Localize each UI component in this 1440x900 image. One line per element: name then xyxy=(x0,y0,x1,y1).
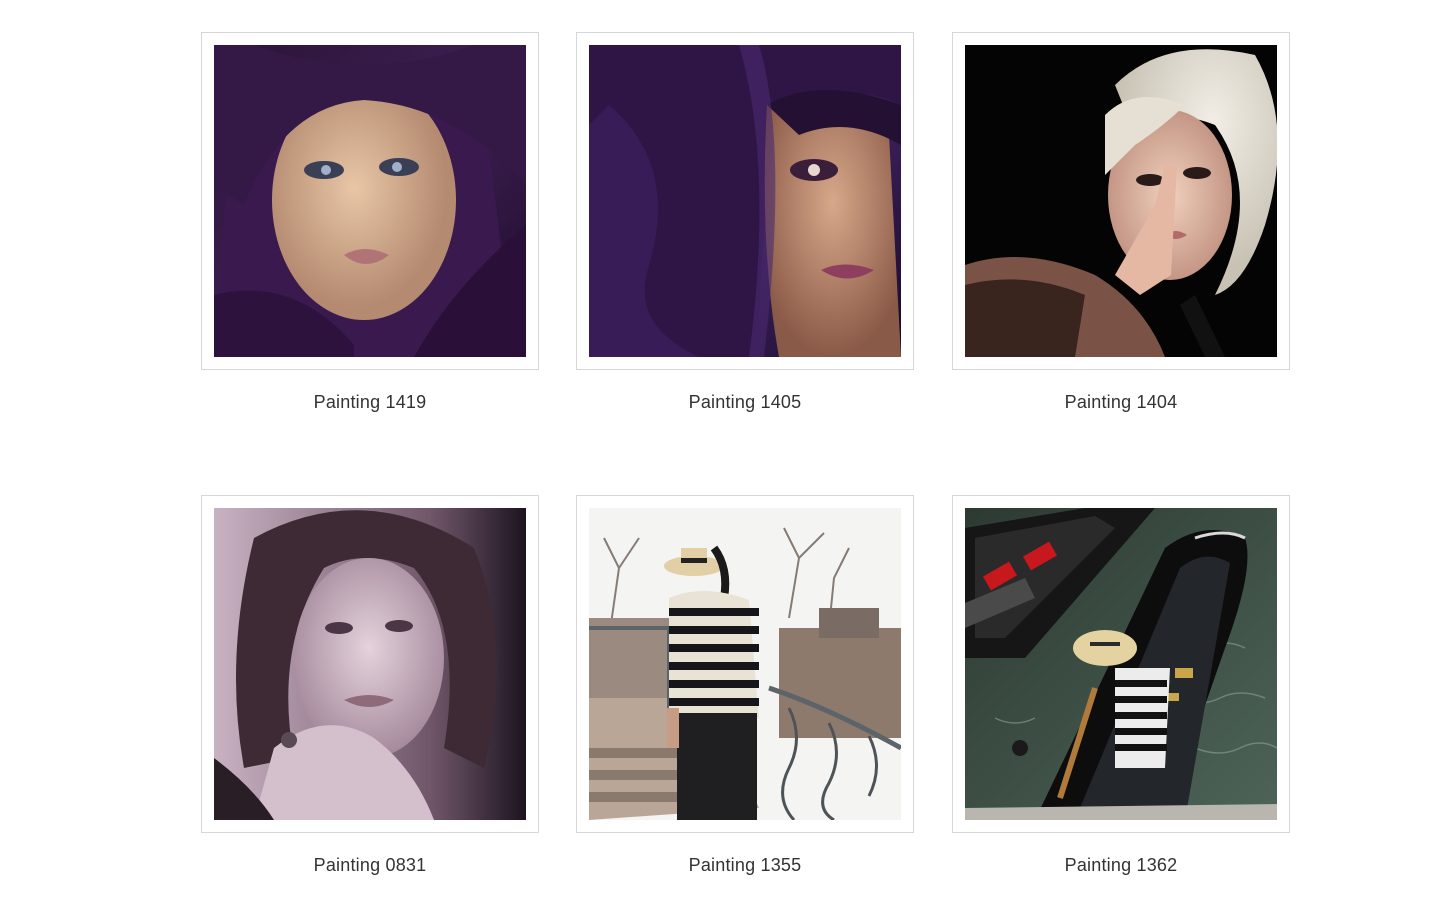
painting-image[interactable] xyxy=(589,45,901,357)
painting-caption[interactable]: Painting 1405 xyxy=(576,392,914,413)
gallery-card[interactable]: Painting 1404 xyxy=(952,32,1290,413)
painting-image[interactable] xyxy=(965,508,1277,820)
painting-thumbnail-frame[interactable] xyxy=(201,495,539,833)
gallery-card[interactable]: Painting 1405 xyxy=(576,32,914,413)
painting-caption[interactable]: Painting 0831 xyxy=(201,855,539,876)
gallery-card[interactable]: Painting 0831 xyxy=(201,495,539,876)
painting-thumbnail-frame[interactable] xyxy=(952,32,1290,370)
painting-caption[interactable]: Painting 1419 xyxy=(201,392,539,413)
painting-caption[interactable]: Painting 1404 xyxy=(952,392,1290,413)
painting-image[interactable] xyxy=(214,508,526,820)
painting-caption[interactable]: Painting 1362 xyxy=(952,855,1290,876)
gallery-card[interactable]: Painting 1419 xyxy=(201,32,539,413)
painting-image[interactable] xyxy=(214,45,526,357)
painting-gallery: Painting 1419 Painting 1405 Painting 140… xyxy=(0,0,1440,900)
painting-thumbnail-frame[interactable] xyxy=(576,32,914,370)
gallery-card[interactable]: Painting 1355 xyxy=(576,495,914,876)
painting-thumbnail-frame[interactable] xyxy=(952,495,1290,833)
painting-thumbnail-frame[interactable] xyxy=(201,32,539,370)
painting-image[interactable] xyxy=(965,45,1277,357)
gallery-card[interactable]: Painting 1362 xyxy=(952,495,1290,876)
painting-caption[interactable]: Painting 1355 xyxy=(576,855,914,876)
painting-image[interactable] xyxy=(589,508,901,820)
painting-thumbnail-frame[interactable] xyxy=(576,495,914,833)
